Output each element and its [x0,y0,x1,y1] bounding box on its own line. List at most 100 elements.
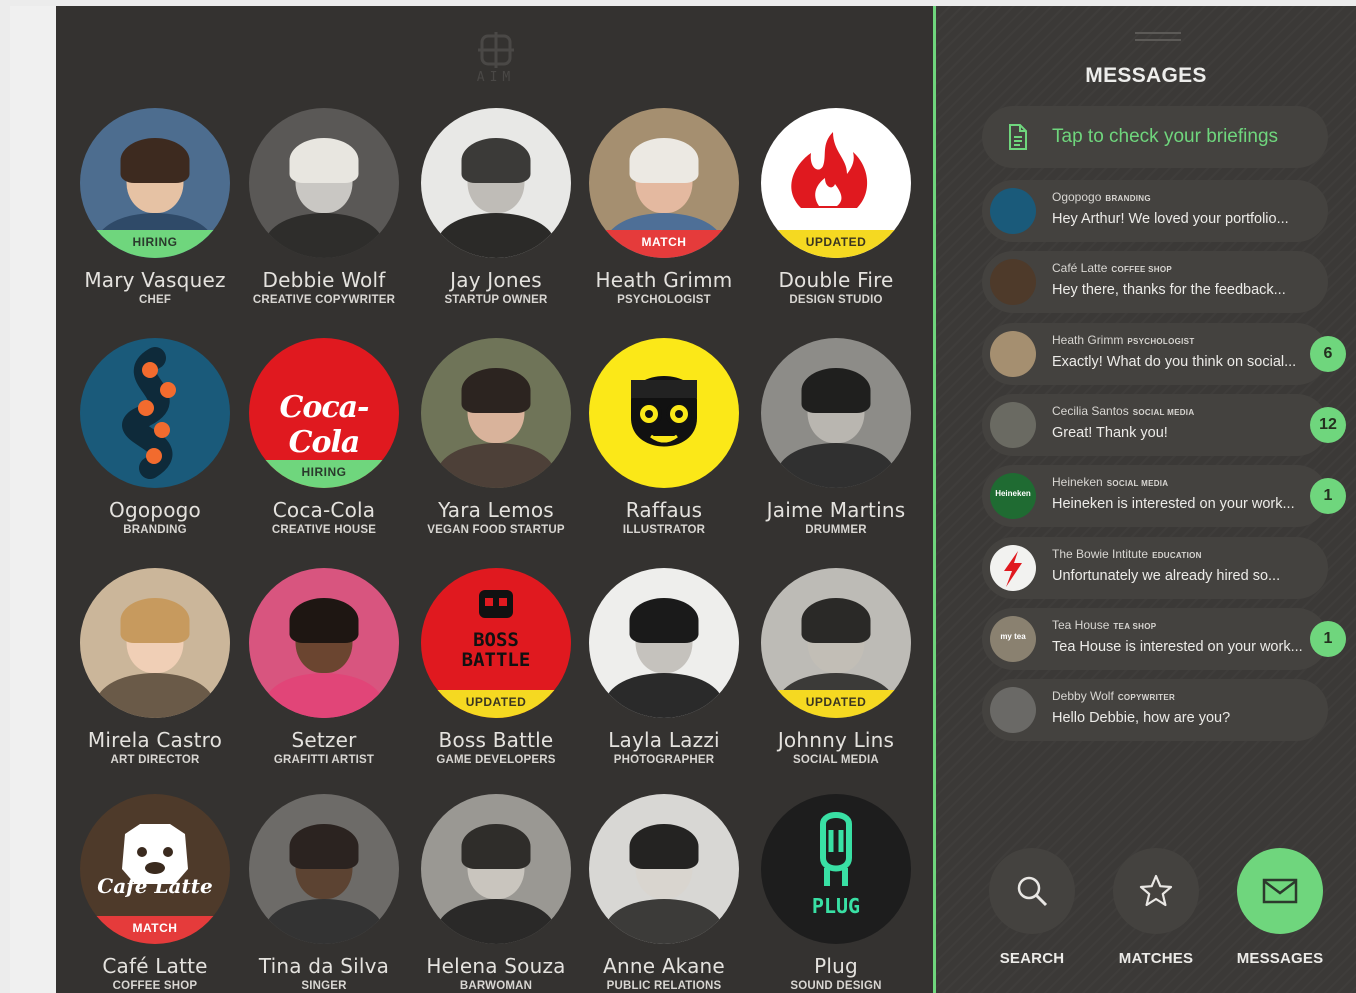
message-avatar-text: Heineken [995,489,1031,498]
profile-avatar [421,794,571,944]
messages-title: MESSAGES [1085,64,1207,87]
profile-card[interactable]: Tina da Silva SINGER [239,794,409,993]
status-badge: MATCH [589,230,739,258]
sender-type: SOCIAL MEDIA [1106,479,1169,488]
nav-label: SEARCH [999,950,1065,967]
message-item[interactable]: Café Latte COFFEE SHOP Hey there, thanks f… [982,251,1328,313]
profile-card[interactable]: UPDATED Double Fire DESIGN STUDIO [751,108,921,308]
nav-button[interactable] [1113,848,1199,934]
profile-name: Yara Lemos [438,498,554,522]
profile-card[interactable]: MATCH Heath Grimm PSYCHOLOGIST [579,108,749,308]
nav-search[interactable]: SEARCH [989,848,1075,967]
star-icon [1139,874,1173,907]
nav-button[interactable] [989,848,1075,934]
profile-card[interactable]: Layla Lazzi PHOTOGRAPHER [579,568,749,768]
profile-name: Mirela Castro [87,728,223,752]
sender-type: COFFEE SHOP [1111,265,1173,274]
sender-type: EDUCATION [1152,551,1202,560]
profile-card[interactable]: HIRING Mary Vasquez CHEF [70,108,240,308]
profile-card[interactable]: Coca-Cola HIRING Coca-Cola CREATIVE HOUSE [239,338,409,538]
message-sender: The Bowie Intitute EDUCATION [1052,547,1202,561]
portrait-photo [249,568,399,718]
messages-panel: MESSAGES Tap to check your briefings Ogo… [936,6,1356,993]
status-badge: UPDATED [421,690,571,718]
profile-card[interactable]: Jay Jones STARTUP OWNER [411,108,581,308]
nav-button[interactable] [1237,848,1323,934]
profile-card[interactable]: PLUG Plug SOUND DESIGN [751,794,921,993]
profile-name: Boss Battle [438,728,554,752]
profile-name: Raffaus [625,498,703,522]
profile-name: Layla Lazzi [608,728,720,752]
ogopogo-logo-icon [122,347,176,479]
profile-name: Heath Grimm [595,268,733,292]
message-item[interactable]: Cecilia Santos SOCIAL MEDIA Great! Thank y… [982,394,1328,456]
sender-type: SOCIAL MEDIA [1132,408,1195,417]
profile-card[interactable]: Raffaus ILLUSTRATOR [579,338,749,538]
message-item[interactable]: The Bowie Intitute EDUCATION Unfortunately… [982,537,1328,599]
sender-name: Cecilia Santos [1052,404,1129,418]
nav-messages[interactable]: MESSAGES [1237,848,1323,967]
message-avatar: my tea [990,616,1036,662]
profile-card[interactable]: Anne Akane PUBLIC RELATIONS [579,794,749,993]
unread-count-badge: 1 [1310,478,1346,514]
profile-role: DESIGN STUDIO [789,294,883,306]
message-item[interactable]: Heineken Heineken SOCIAL MEDIA Heineken is … [982,465,1328,527]
portrait-photo [761,338,911,488]
sender-name: Café Latte [1052,261,1108,275]
message-preview: Heineken is interested on your work... [1052,496,1295,512]
drag-handle[interactable] [1135,32,1181,46]
profile-role: DRUMMER [805,524,867,536]
briefings-button[interactable]: Tap to check your briefings [982,106,1328,168]
app-logo: AIM [470,30,522,88]
portrait-photo [589,794,739,944]
profile-name: Ogopogo [109,498,201,522]
portrait-photo [421,108,571,258]
message-item[interactable]: Debby Wolf COPYWRITER Hello Debbie, how ar… [982,679,1328,741]
profile-avatar [421,108,571,258]
profile-avatar: BOSS BATTLE UPDATED [421,568,571,718]
coca-cola-logo: Coca-Cola [279,390,369,460]
profile-avatar [249,568,399,718]
message-item[interactable]: Ogopogo BRANDING Hey Arthur! We loved your… [982,180,1328,242]
nav-matches[interactable]: MATCHES [1113,848,1199,967]
message-sender: Tea House TEA SHOP [1052,618,1156,632]
message-preview: Hey Arthur! We loved your portfolio... [1052,211,1289,227]
profile-name: Jay Jones [450,268,542,292]
briefings-label: Tap to check your briefings [1052,126,1279,147]
profile-card[interactable]: Mirela Castro ART DIRECTOR [70,568,240,768]
message-item[interactable]: my tea Tea House TEA SHOP Tea House is inte… [982,608,1328,670]
status-badge: HIRING [80,230,230,258]
message-item[interactable]: Heath Grimm PSYCHOLOGIST Exactly! What do … [982,323,1328,385]
profile-avatar: HIRING [80,108,230,258]
profile-name: Jaime Martins [766,498,906,522]
aim-logo-icon [478,32,514,68]
profile-card[interactable]: Debbie Wolf CREATIVE COPYWRITER [239,108,409,308]
message-preview: Hello Debbie, how are you? [1052,710,1231,726]
profile-card[interactable]: Setzer GRAFITTI ARTIST [239,568,409,768]
profile-card[interactable]: Café Latte MATCH Café Latte COFFEE SHOP [70,794,240,993]
profile-name: Double Fire [778,268,894,292]
profile-avatar [249,794,399,944]
profile-name: Café Latte [102,954,208,978]
profile-card[interactable]: Ogopogo BRANDING [70,338,240,538]
profile-card[interactable]: UPDATED Johnny Lins SOCIAL MEDIA [751,568,921,768]
document-icon [1009,124,1027,150]
message-preview: Great! Thank you! [1052,425,1168,441]
portrait-photo [80,568,230,718]
profile-role: SOUND DESIGN [790,980,882,992]
profile-card[interactable]: Helena Souza BARWOMAN [411,794,581,993]
sender-type: PSYCHOLOGIST [1127,337,1195,346]
profile-card[interactable]: BOSS BATTLE UPDATED Boss Battle GAME DEVELO… [411,568,581,768]
nav-label: MATCHES [1118,950,1194,967]
profile-avatar: PLUG [761,794,911,944]
message-sender: Ogopogo BRANDING [1052,190,1151,204]
message-sender: Café Latte COFFEE SHOP [1052,261,1172,275]
profile-card[interactable]: Yara Lemos VEGAN FOOD STARTUP [411,338,581,538]
profile-avatar [589,338,739,488]
profile-name: Helena Souza [426,954,566,978]
profile-grid-panel: AIM HIRING Mary Vasquez CHEF Debbie Wolf CRE… [56,6,933,993]
profile-avatar: MATCH [589,108,739,258]
profile-card[interactable]: Jaime Martins DRUMMER [751,338,921,538]
message-avatar [990,402,1036,448]
message-avatar-text: my tea [1000,632,1026,641]
